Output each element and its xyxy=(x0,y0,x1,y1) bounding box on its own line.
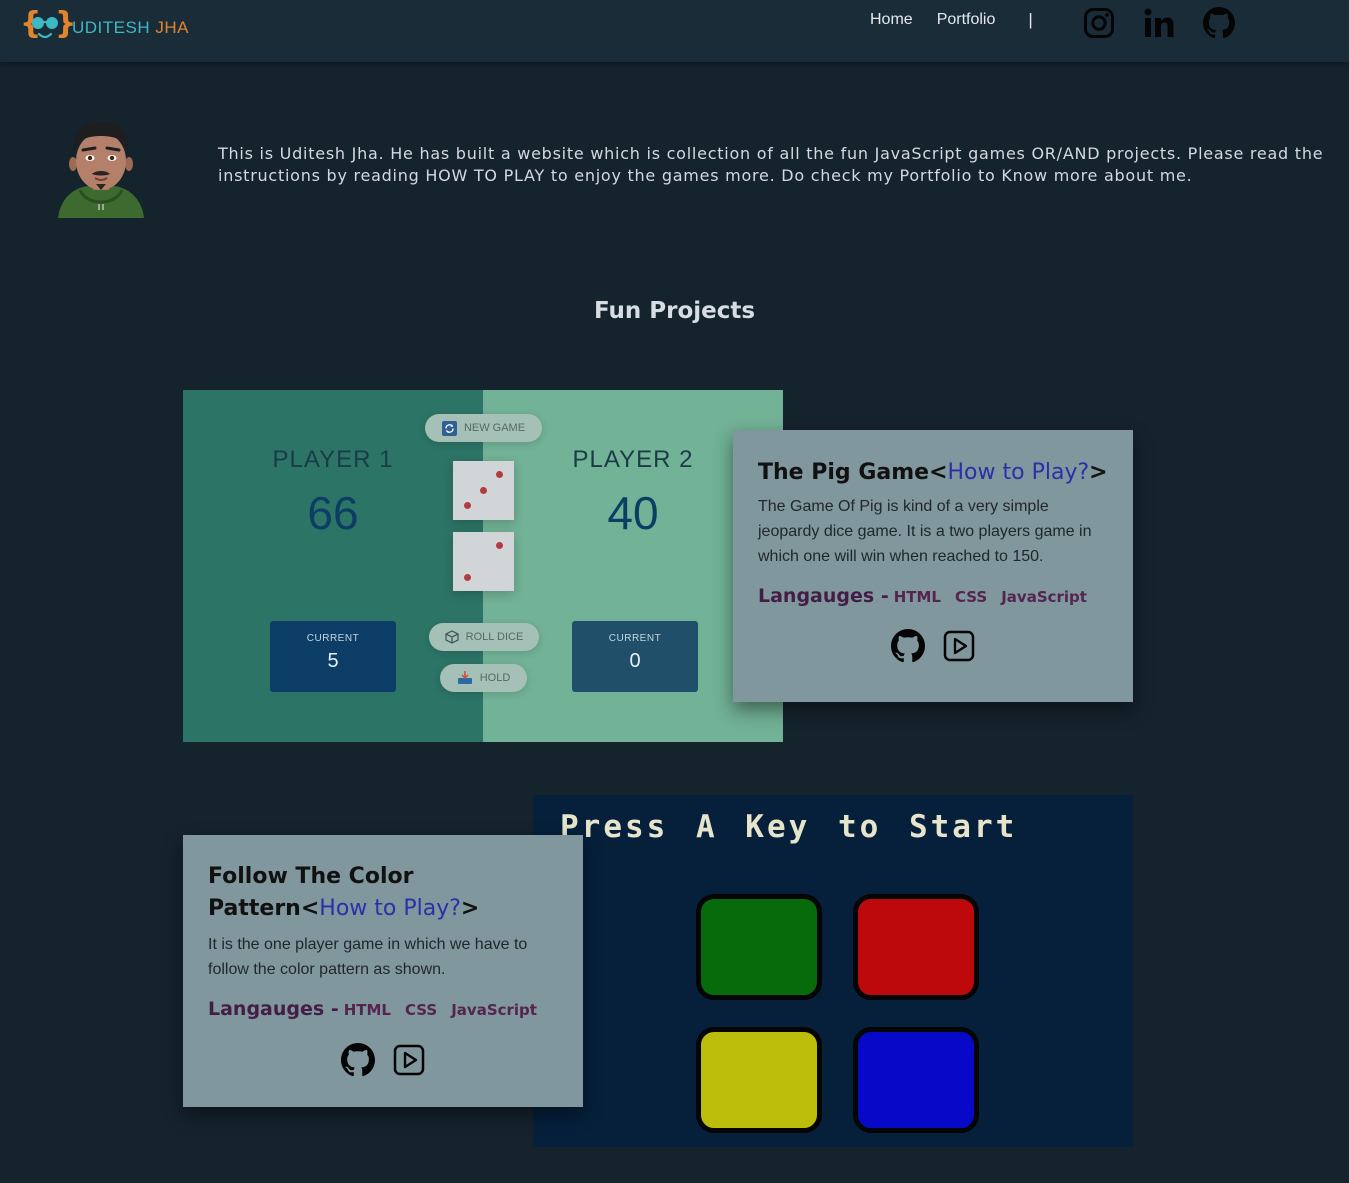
dice-pip xyxy=(480,487,487,494)
title-open-bracket: < xyxy=(300,896,320,921)
nav-home-link[interactable]: Home xyxy=(870,11,913,29)
player1-current-label: CURRENT xyxy=(306,633,360,644)
dice-pip xyxy=(464,502,471,509)
simon-yellow-button[interactable] xyxy=(696,1027,822,1133)
github-icon[interactable] xyxy=(1203,7,1235,39)
logo-mark: { } xyxy=(20,6,76,48)
download-tray-icon xyxy=(457,671,472,684)
pig-game-languages: Langauges - HTML CSS JavaScript xyxy=(758,585,1101,607)
pig-game-title: The Pig Game<How to Play?> xyxy=(758,457,1108,489)
section-title: Fun Projects xyxy=(593,298,756,324)
site-logo[interactable]: { } UDITESH JHA xyxy=(20,6,189,48)
nav-links: Home Portfolio | xyxy=(870,10,1033,30)
nav-portfolio-link[interactable]: Portfolio xyxy=(937,11,996,29)
logo-brace-close: } xyxy=(55,6,77,41)
player2-current-label: CURRENT xyxy=(608,633,662,644)
linkedin-icon[interactable] xyxy=(1143,7,1175,39)
avatar xyxy=(58,122,144,218)
refresh-icon xyxy=(441,420,457,436)
color-pattern-how-to-play-link[interactable]: How to Play? xyxy=(319,896,461,921)
player1-panel: PLAYER 1 66 CURRENT 5 xyxy=(183,390,483,742)
language-tag: JavaScript xyxy=(451,1001,537,1019)
dice-bottom xyxy=(453,532,514,591)
languages-label: Langauges - xyxy=(758,585,889,607)
simon-blue-button[interactable] xyxy=(853,1027,979,1133)
new-game-label: NEW GAME xyxy=(463,422,526,434)
new-game-button[interactable]: NEW GAME xyxy=(425,414,542,442)
navbar: { } UDITESH JHA Home Portfolio | xyxy=(0,0,1349,62)
player2-current-box: CURRENT 0 xyxy=(572,621,698,692)
player2-current-value: 0 xyxy=(629,650,641,672)
logo-text: UDITESH JHA xyxy=(72,18,189,38)
logo-first-name: UDITESH xyxy=(72,18,151,37)
hold-label: HOLD xyxy=(479,672,511,684)
simon-red-button[interactable] xyxy=(853,894,979,1000)
title-close-bracket: > xyxy=(1089,460,1108,485)
github-icon[interactable] xyxy=(341,1043,375,1077)
logo-last-name: JHA xyxy=(155,18,189,37)
color-pattern-languages: Langauges - HTML CSS JavaScript xyxy=(208,998,551,1020)
instagram-icon[interactable] xyxy=(1083,7,1115,39)
pig-game-description: The Game Of Pig is kind of a very simple… xyxy=(758,498,1092,565)
pig-game-card: The Pig Game<How to Play?> The Game Of P… xyxy=(733,430,1133,702)
language-tag: HTML xyxy=(893,588,941,606)
color-pattern-links xyxy=(183,1043,583,1077)
dice-top xyxy=(453,461,514,520)
language-tag: JavaScript xyxy=(1001,588,1087,606)
roll-dice-label: ROLL DICE xyxy=(465,631,524,643)
hold-button[interactable]: HOLD xyxy=(440,664,527,692)
github-icon[interactable] xyxy=(891,629,925,663)
player1-current-box: CURRENT 5 xyxy=(270,621,396,692)
dice-icon xyxy=(445,630,459,644)
player1-name: PLAYER 1 xyxy=(272,446,394,473)
intro-text: This is Uditesh Jha. He has built a webs… xyxy=(218,144,1324,185)
nav-separator: | xyxy=(1028,10,1033,29)
pig-how-to-play-link[interactable]: How to Play? xyxy=(948,460,1090,485)
simon-game-title: Press A Key to Start xyxy=(560,809,1018,845)
language-tag: CSS xyxy=(404,1001,438,1019)
dice-pip xyxy=(464,574,471,581)
dice-pip xyxy=(496,542,503,549)
pig-game-preview[interactable]: PLAYER 1 66 CURRENT 5 PLAYER 2 40 CURREN… xyxy=(183,390,783,742)
pig-game-links xyxy=(733,629,1133,663)
play-icon[interactable] xyxy=(943,630,975,662)
player1-score: 66 xyxy=(307,487,359,539)
color-pattern-description: It is the one player game in which we ha… xyxy=(208,936,528,978)
dice-pip xyxy=(496,471,503,478)
language-tag: HTML xyxy=(343,1001,391,1019)
roll-dice-button[interactable]: ROLL DICE xyxy=(429,623,539,651)
title-open-bracket: < xyxy=(929,460,948,485)
title-close-bracket: > xyxy=(460,896,480,921)
simon-green-button[interactable] xyxy=(696,894,822,1000)
languages-label: Langauges - xyxy=(208,998,339,1020)
language-tag: CSS xyxy=(954,588,988,606)
color-pattern-card: Follow The Color Pattern<How to Play?> I… xyxy=(183,835,583,1107)
play-icon[interactable] xyxy=(393,1044,425,1076)
pig-game-title-text: The Pig Game xyxy=(758,460,930,485)
color-pattern-game-preview[interactable]: Press A Key to Start xyxy=(533,795,1133,1147)
player1-current-value: 5 xyxy=(327,650,339,672)
color-pattern-title: Follow The Color Pattern<How to Play?> xyxy=(208,861,568,925)
